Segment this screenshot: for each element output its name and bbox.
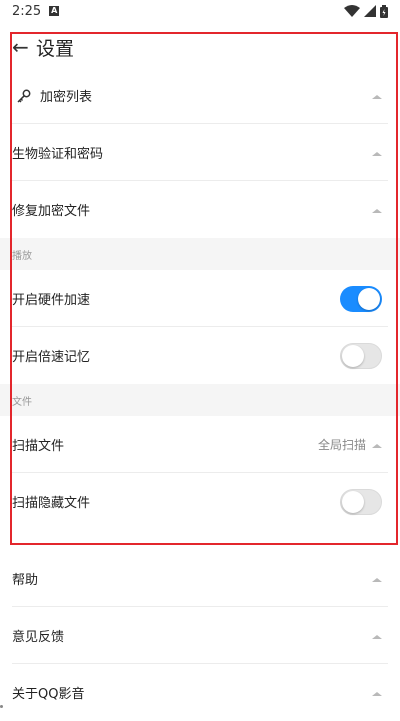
back-arrow-icon[interactable]: ←: [12, 37, 34, 57]
edge-dot: [0, 705, 3, 708]
scan-mode-value: 全局扫描: [317, 438, 366, 452]
section-header-files: 文件: [0, 384, 400, 416]
row-speed-memory: 开启倍速记忆: [0, 327, 400, 384]
chevron-icon: [372, 208, 382, 213]
wifi-icon: [344, 5, 360, 17]
app-header: ← 设置: [0, 28, 400, 66]
hardware-accel-toggle[interactable]: [340, 285, 382, 312]
row-help[interactable]: 帮助: [0, 550, 400, 607]
battery-icon: [380, 4, 388, 18]
security-list: 加密列表 生物验证和密码 修复加密文件 播放 开启硬件加速 开启倍速记忆 文件 …: [0, 67, 400, 721]
status-time: 2:25: [12, 3, 42, 19]
row-label: 帮助: [12, 573, 39, 588]
row-label: 开启硬件加速: [12, 293, 91, 308]
row-label: 生物验证和密码: [12, 147, 104, 162]
chevron-icon: [372, 634, 382, 639]
notification-icon: A: [49, 6, 60, 16]
row-label: 意见反馈: [12, 630, 65, 645]
row-encrypted-list[interactable]: 加密列表: [0, 67, 400, 124]
chevron-icon: [372, 577, 382, 582]
row-label: 扫描隐藏文件: [12, 496, 91, 511]
row-feedback[interactable]: 意见反馈: [0, 607, 400, 664]
row-repair-encrypted[interactable]: 修复加密文件: [0, 181, 400, 238]
scan-hidden-toggle[interactable]: [340, 488, 382, 515]
key-icon: [16, 87, 34, 105]
row-scan-files[interactable]: 扫描文件 全局扫描: [0, 416, 400, 473]
chevron-icon: [372, 691, 382, 696]
row-label: 开启倍速记忆: [12, 350, 91, 365]
row-label: 关于QQ影音: [12, 687, 85, 702]
row-biometric-password[interactable]: 生物验证和密码: [0, 124, 400, 181]
section-header-playback: 播放: [0, 238, 400, 270]
speed-memory-toggle[interactable]: [340, 342, 382, 369]
page-title: 设置: [36, 37, 75, 60]
row-label: 加密列表: [40, 90, 93, 105]
signal-icon: [364, 5, 376, 17]
row-hardware-accel: 开启硬件加速: [0, 270, 400, 327]
row-about[interactable]: 关于QQ影音: [0, 664, 400, 721]
status-bar: 2:25 A: [0, 0, 400, 22]
row-label: 扫描文件: [12, 439, 65, 454]
chevron-icon: [372, 443, 382, 448]
row-label: 修复加密文件: [12, 204, 91, 219]
chevron-icon: [372, 94, 382, 99]
chevron-icon: [372, 151, 382, 156]
row-scan-hidden: 扫描隐藏文件: [0, 473, 400, 530]
